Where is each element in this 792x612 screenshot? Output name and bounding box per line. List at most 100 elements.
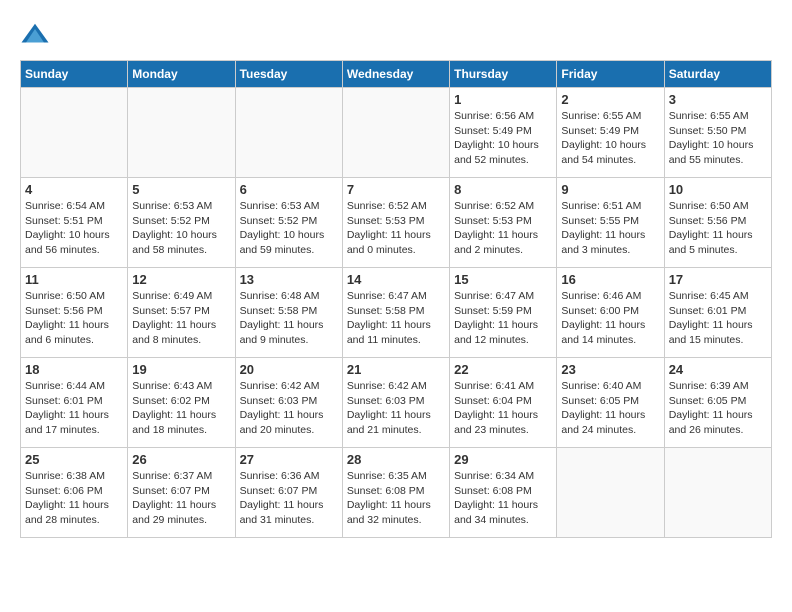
sunset-text: Sunset: 5:50 PM [669, 125, 747, 137]
calendar-cell [664, 448, 771, 538]
sun-info: Sunrise: 6:47 AM Sunset: 5:58 PM Dayligh… [347, 289, 445, 348]
sun-info: Sunrise: 6:56 AM Sunset: 5:49 PM Dayligh… [454, 109, 552, 168]
sun-info: Sunrise: 6:44 AM Sunset: 6:01 PM Dayligh… [25, 379, 123, 438]
weekday-header: Saturday [664, 61, 771, 88]
calendar-cell: 20 Sunrise: 6:42 AM Sunset: 6:03 PM Dayl… [235, 358, 342, 448]
daylight-text: Daylight: 10 hours and 55 minutes. [669, 139, 754, 166]
sun-info: Sunrise: 6:34 AM Sunset: 6:08 PM Dayligh… [454, 469, 552, 528]
calendar-cell: 18 Sunrise: 6:44 AM Sunset: 6:01 PM Dayl… [21, 358, 128, 448]
weekday-header: Friday [557, 61, 664, 88]
weekday-header: Thursday [450, 61, 557, 88]
sunset-text: Sunset: 6:01 PM [669, 305, 747, 317]
sunrise-text: Sunrise: 6:43 AM [132, 380, 212, 392]
calendar-cell [128, 88, 235, 178]
day-number: 2 [561, 92, 659, 107]
sun-info: Sunrise: 6:55 AM Sunset: 5:49 PM Dayligh… [561, 109, 659, 168]
calendar-cell: 9 Sunrise: 6:51 AM Sunset: 5:55 PM Dayli… [557, 178, 664, 268]
calendar-cell [235, 88, 342, 178]
calendar-cell [342, 88, 449, 178]
logo [20, 20, 54, 50]
daylight-text: Daylight: 10 hours and 52 minutes. [454, 139, 539, 166]
sunset-text: Sunset: 5:53 PM [454, 215, 532, 227]
sunset-text: Sunset: 5:49 PM [561, 125, 639, 137]
sunset-text: Sunset: 5:52 PM [132, 215, 210, 227]
sun-info: Sunrise: 6:50 AM Sunset: 5:56 PM Dayligh… [25, 289, 123, 348]
sun-info: Sunrise: 6:41 AM Sunset: 6:04 PM Dayligh… [454, 379, 552, 438]
sun-info: Sunrise: 6:39 AM Sunset: 6:05 PM Dayligh… [669, 379, 767, 438]
day-number: 1 [454, 92, 552, 107]
day-number: 21 [347, 362, 445, 377]
calendar-cell: 24 Sunrise: 6:39 AM Sunset: 6:05 PM Dayl… [664, 358, 771, 448]
sunrise-text: Sunrise: 6:55 AM [669, 110, 749, 122]
daylight-text: Daylight: 11 hours and 8 minutes. [132, 319, 216, 346]
sun-info: Sunrise: 6:42 AM Sunset: 6:03 PM Dayligh… [347, 379, 445, 438]
day-number: 12 [132, 272, 230, 287]
daylight-text: Daylight: 11 hours and 18 minutes. [132, 409, 216, 436]
calendar-cell: 23 Sunrise: 6:40 AM Sunset: 6:05 PM Dayl… [557, 358, 664, 448]
sun-info: Sunrise: 6:35 AM Sunset: 6:08 PM Dayligh… [347, 469, 445, 528]
sunrise-text: Sunrise: 6:56 AM [454, 110, 534, 122]
day-number: 3 [669, 92, 767, 107]
sunrise-text: Sunrise: 6:40 AM [561, 380, 641, 392]
sunset-text: Sunset: 5:55 PM [561, 215, 639, 227]
sunrise-text: Sunrise: 6:45 AM [669, 290, 749, 302]
sunrise-text: Sunrise: 6:49 AM [132, 290, 212, 302]
daylight-text: Daylight: 10 hours and 56 minutes. [25, 229, 110, 256]
day-number: 5 [132, 182, 230, 197]
calendar-cell: 19 Sunrise: 6:43 AM Sunset: 6:02 PM Dayl… [128, 358, 235, 448]
day-number: 7 [347, 182, 445, 197]
sunset-text: Sunset: 6:01 PM [25, 395, 103, 407]
daylight-text: Daylight: 11 hours and 32 minutes. [347, 499, 431, 526]
calendar-cell: 22 Sunrise: 6:41 AM Sunset: 6:04 PM Dayl… [450, 358, 557, 448]
sunrise-text: Sunrise: 6:35 AM [347, 470, 427, 482]
day-number: 9 [561, 182, 659, 197]
daylight-text: Daylight: 11 hours and 34 minutes. [454, 499, 538, 526]
daylight-text: Daylight: 11 hours and 28 minutes. [25, 499, 109, 526]
calendar-cell: 14 Sunrise: 6:47 AM Sunset: 5:58 PM Dayl… [342, 268, 449, 358]
calendar-cell: 1 Sunrise: 6:56 AM Sunset: 5:49 PM Dayli… [450, 88, 557, 178]
day-number: 13 [240, 272, 338, 287]
day-number: 23 [561, 362, 659, 377]
daylight-text: Daylight: 11 hours and 0 minutes. [347, 229, 431, 256]
sunset-text: Sunset: 6:00 PM [561, 305, 639, 317]
calendar-cell: 17 Sunrise: 6:45 AM Sunset: 6:01 PM Dayl… [664, 268, 771, 358]
sun-info: Sunrise: 6:42 AM Sunset: 6:03 PM Dayligh… [240, 379, 338, 438]
calendar-cell: 3 Sunrise: 6:55 AM Sunset: 5:50 PM Dayli… [664, 88, 771, 178]
daylight-text: Daylight: 10 hours and 58 minutes. [132, 229, 217, 256]
sunrise-text: Sunrise: 6:53 AM [240, 200, 320, 212]
sunset-text: Sunset: 5:59 PM [454, 305, 532, 317]
daylight-text: Daylight: 11 hours and 11 minutes. [347, 319, 431, 346]
sun-info: Sunrise: 6:38 AM Sunset: 6:06 PM Dayligh… [25, 469, 123, 528]
daylight-text: Daylight: 11 hours and 14 minutes. [561, 319, 645, 346]
daylight-text: Daylight: 11 hours and 31 minutes. [240, 499, 324, 526]
daylight-text: Daylight: 11 hours and 29 minutes. [132, 499, 216, 526]
calendar-cell: 5 Sunrise: 6:53 AM Sunset: 5:52 PM Dayli… [128, 178, 235, 268]
calendar-cell: 10 Sunrise: 6:50 AM Sunset: 5:56 PM Dayl… [664, 178, 771, 268]
sun-info: Sunrise: 6:49 AM Sunset: 5:57 PM Dayligh… [132, 289, 230, 348]
sunrise-text: Sunrise: 6:34 AM [454, 470, 534, 482]
sunrise-text: Sunrise: 6:51 AM [561, 200, 641, 212]
daylight-text: Daylight: 11 hours and 21 minutes. [347, 409, 431, 436]
sunset-text: Sunset: 5:53 PM [347, 215, 425, 227]
sunset-text: Sunset: 6:05 PM [561, 395, 639, 407]
calendar-table: SundayMondayTuesdayWednesdayThursdayFrid… [20, 60, 772, 538]
sun-info: Sunrise: 6:36 AM Sunset: 6:07 PM Dayligh… [240, 469, 338, 528]
weekday-header: Monday [128, 61, 235, 88]
sunrise-text: Sunrise: 6:46 AM [561, 290, 641, 302]
daylight-text: Daylight: 11 hours and 12 minutes. [454, 319, 538, 346]
calendar-cell: 4 Sunrise: 6:54 AM Sunset: 5:51 PM Dayli… [21, 178, 128, 268]
calendar-cell [557, 448, 664, 538]
day-number: 18 [25, 362, 123, 377]
sun-info: Sunrise: 6:54 AM Sunset: 5:51 PM Dayligh… [25, 199, 123, 258]
sunset-text: Sunset: 6:05 PM [669, 395, 747, 407]
calendar-cell: 27 Sunrise: 6:36 AM Sunset: 6:07 PM Dayl… [235, 448, 342, 538]
sunset-text: Sunset: 6:07 PM [240, 485, 318, 497]
calendar-week-row: 4 Sunrise: 6:54 AM Sunset: 5:51 PM Dayli… [21, 178, 772, 268]
page-header [20, 20, 772, 50]
calendar-cell: 13 Sunrise: 6:48 AM Sunset: 5:58 PM Dayl… [235, 268, 342, 358]
sun-info: Sunrise: 6:48 AM Sunset: 5:58 PM Dayligh… [240, 289, 338, 348]
day-number: 4 [25, 182, 123, 197]
sunrise-text: Sunrise: 6:54 AM [25, 200, 105, 212]
day-number: 16 [561, 272, 659, 287]
day-number: 27 [240, 452, 338, 467]
